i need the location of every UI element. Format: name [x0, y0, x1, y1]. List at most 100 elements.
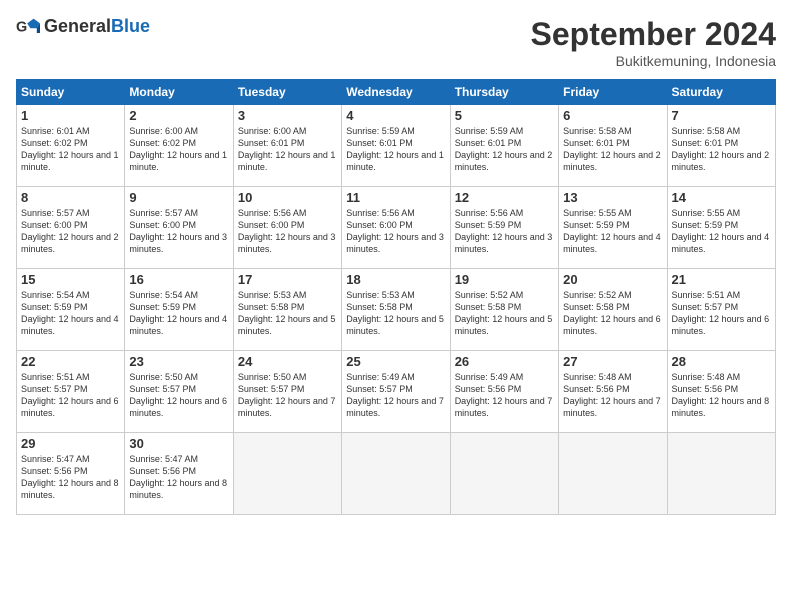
- calendar-cell: 3 Sunrise: 6:00 AMSunset: 6:01 PMDaylight…: [233, 105, 341, 187]
- calendar-header-row: SundayMondayTuesdayWednesdayThursdayFrid…: [17, 80, 776, 105]
- day-number: 5: [455, 108, 554, 123]
- day-number: 16: [129, 272, 228, 287]
- calendar-cell: [342, 433, 450, 515]
- day-of-week-header: Saturday: [667, 80, 775, 105]
- day-info: Sunrise: 5:56 AMSunset: 6:00 PMDaylight:…: [346, 207, 445, 256]
- calendar-cell: 23Sunrise: 5:50 AMSunset: 5:57 PMDayligh…: [125, 351, 233, 433]
- calendar-cell: [450, 433, 558, 515]
- calendar-cell: 18 Sunrise: 5:53 AMSunset: 5:58 PMDayligh…: [342, 269, 450, 351]
- day-info: Sunrise: 5:53 AMSunset: 5:58 PMDaylight:…: [238, 289, 337, 338]
- calendar-cell: 5Sunrise: 5:59 AMSunset: 6:01 PMDaylight…: [450, 105, 558, 187]
- day-info: Sunrise: 5:49 AMSunset: 5:57 PMDaylight:…: [346, 371, 445, 420]
- day-of-week-header: Thursday: [450, 80, 558, 105]
- calendar-cell: 9 Sunrise: 5:57 AMSunset: 6:00 PMDaylight…: [125, 187, 233, 269]
- day-info: Sunrise: 5:53 AMSunset: 5:58 PMDaylight:…: [346, 289, 445, 338]
- calendar-table: SundayMondayTuesdayWednesdayThursdayFrid…: [16, 79, 776, 515]
- day-number: 9: [129, 190, 228, 205]
- day-info: Sunrise: 6:00 AMSunset: 6:02 PMDaylight:…: [129, 125, 228, 174]
- day-number: 13: [563, 190, 662, 205]
- calendar-cell: 7Sunrise: 5:58 AMSunset: 6:01 PMDaylight…: [667, 105, 775, 187]
- day-info: Sunrise: 6:01 AMSunset: 6:02 PMDaylight:…: [21, 125, 120, 174]
- day-info: Sunrise: 5:47 AMSunset: 5:56 PMDaylight:…: [21, 453, 120, 502]
- day-of-week-header: Friday: [559, 80, 667, 105]
- calendar-cell: 17 Sunrise: 5:53 AMSunset: 5:58 PMDayligh…: [233, 269, 341, 351]
- day-info: Sunrise: 5:59 AMSunset: 6:01 PMDaylight:…: [346, 125, 445, 174]
- day-number: 4: [346, 108, 445, 123]
- calendar-cell: 14Sunrise: 5:55 AMSunset: 5:59 PMDayligh…: [667, 187, 775, 269]
- calendar-cell: 11 Sunrise: 5:56 AMSunset: 6:00 PMDayligh…: [342, 187, 450, 269]
- calendar-cell: [667, 433, 775, 515]
- day-number: 12: [455, 190, 554, 205]
- day-number: 1: [21, 108, 120, 123]
- calendar-row: 8 Sunrise: 5:57 AMSunset: 6:00 PMDaylight…: [17, 187, 776, 269]
- day-info: Sunrise: 5:52 AMSunset: 5:58 PMDaylight:…: [563, 289, 662, 338]
- calendar-cell: 6 Sunrise: 5:58 AMSunset: 6:01 PMDaylight…: [559, 105, 667, 187]
- calendar-cell: 4 Sunrise: 5:59 AMSunset: 6:01 PMDaylight…: [342, 105, 450, 187]
- location: Bukitkemuning, Indonesia: [531, 53, 776, 69]
- calendar-container: G GeneralBlue September 2024 Bukitkemuni…: [0, 0, 792, 523]
- day-info: Sunrise: 5:54 AMSunset: 5:59 PMDaylight:…: [21, 289, 120, 338]
- day-info: Sunrise: 5:52 AMSunset: 5:58 PMDaylight:…: [455, 289, 554, 338]
- day-number: 11: [346, 190, 445, 205]
- calendar-cell: 8 Sunrise: 5:57 AMSunset: 6:00 PMDaylight…: [17, 187, 125, 269]
- calendar-cell: 24 Sunrise: 5:50 AMSunset: 5:57 PMDayligh…: [233, 351, 341, 433]
- title-block: September 2024 Bukitkemuning, Indonesia: [531, 16, 776, 69]
- calendar-cell: 21 Sunrise: 5:51 AMSunset: 5:57 PMDayligh…: [667, 269, 775, 351]
- svg-text:G: G: [16, 19, 27, 35]
- day-number: 26: [455, 354, 554, 369]
- calendar-header: G GeneralBlue September 2024 Bukitkemuni…: [16, 16, 776, 69]
- calendar-cell: 1 Sunrise: 6:01 AMSunset: 6:02 PMDaylight…: [17, 105, 125, 187]
- calendar-cell: 25 Sunrise: 5:49 AMSunset: 5:57 PMDayligh…: [342, 351, 450, 433]
- calendar-cell: 22 Sunrise: 5:51 AMSunset: 5:57 PMDayligh…: [17, 351, 125, 433]
- day-number: 6: [563, 108, 662, 123]
- calendar-cell: 10Sunrise: 5:56 AMSunset: 6:00 PMDayligh…: [233, 187, 341, 269]
- day-number: 3: [238, 108, 337, 123]
- day-number: 21: [672, 272, 771, 287]
- day-number: 19: [455, 272, 554, 287]
- day-number: 27: [563, 354, 662, 369]
- day-number: 15: [21, 272, 120, 287]
- calendar-cell: 13Sunrise: 5:55 AMSunset: 5:59 PMDayligh…: [559, 187, 667, 269]
- day-info: Sunrise: 5:50 AMSunset: 5:57 PMDaylight:…: [129, 371, 228, 420]
- day-info: Sunrise: 5:51 AMSunset: 5:57 PMDaylight:…: [672, 289, 771, 338]
- logo-blue: Blue: [111, 16, 150, 36]
- day-info: Sunrise: 5:57 AMSunset: 6:00 PMDaylight:…: [129, 207, 228, 256]
- day-number: 30: [129, 436, 228, 451]
- day-info: Sunrise: 5:54 AMSunset: 5:59 PMDaylight:…: [129, 289, 228, 338]
- calendar-cell: 26Sunrise: 5:49 AMSunset: 5:56 PMDayligh…: [450, 351, 558, 433]
- day-number: 8: [21, 190, 120, 205]
- day-info: Sunrise: 5:56 AMSunset: 6:00 PMDaylight:…: [238, 207, 337, 256]
- day-of-week-header: Wednesday: [342, 80, 450, 105]
- month-title: September 2024: [531, 16, 776, 53]
- day-info: Sunrise: 5:55 AMSunset: 5:59 PMDaylight:…: [672, 207, 771, 256]
- day-of-week-header: Monday: [125, 80, 233, 105]
- day-info: Sunrise: 5:57 AMSunset: 6:00 PMDaylight:…: [21, 207, 120, 256]
- day-number: 24: [238, 354, 337, 369]
- day-info: Sunrise: 5:47 AMSunset: 5:56 PMDaylight:…: [129, 453, 228, 502]
- day-info: Sunrise: 5:58 AMSunset: 6:01 PMDaylight:…: [563, 125, 662, 174]
- day-info: Sunrise: 5:48 AMSunset: 5:56 PMDaylight:…: [672, 371, 771, 420]
- day-of-week-header: Sunday: [17, 80, 125, 105]
- calendar-cell: 30 Sunrise: 5:47 AMSunset: 5:56 PMDayligh…: [125, 433, 233, 515]
- day-number: 25: [346, 354, 445, 369]
- day-info: Sunrise: 5:48 AMSunset: 5:56 PMDaylight:…: [563, 371, 662, 420]
- calendar-cell: 27 Sunrise: 5:48 AMSunset: 5:56 PMDayligh…: [559, 351, 667, 433]
- logo: G GeneralBlue: [16, 16, 150, 37]
- day-info: Sunrise: 6:00 AMSunset: 6:01 PMDaylight:…: [238, 125, 337, 174]
- day-number: 29: [21, 436, 120, 451]
- day-info: Sunrise: 5:51 AMSunset: 5:57 PMDaylight:…: [21, 371, 120, 420]
- day-number: 20: [563, 272, 662, 287]
- day-number: 18: [346, 272, 445, 287]
- day-info: Sunrise: 5:50 AMSunset: 5:57 PMDaylight:…: [238, 371, 337, 420]
- day-number: 22: [21, 354, 120, 369]
- calendar-cell: 2 Sunrise: 6:00 AMSunset: 6:02 PMDaylight…: [125, 105, 233, 187]
- day-number: 2: [129, 108, 228, 123]
- calendar-row: 1 Sunrise: 6:01 AMSunset: 6:02 PMDaylight…: [17, 105, 776, 187]
- calendar-cell: 19 Sunrise: 5:52 AMSunset: 5:58 PMDayligh…: [450, 269, 558, 351]
- calendar-cell: 12Sunrise: 5:56 AMSunset: 5:59 PMDayligh…: [450, 187, 558, 269]
- day-of-week-header: Tuesday: [233, 80, 341, 105]
- calendar-cell: 29 Sunrise: 5:47 AMSunset: 5:56 PMDayligh…: [17, 433, 125, 515]
- calendar-cell: [559, 433, 667, 515]
- day-number: 17: [238, 272, 337, 287]
- calendar-cell: 20 Sunrise: 5:52 AMSunset: 5:58 PMDayligh…: [559, 269, 667, 351]
